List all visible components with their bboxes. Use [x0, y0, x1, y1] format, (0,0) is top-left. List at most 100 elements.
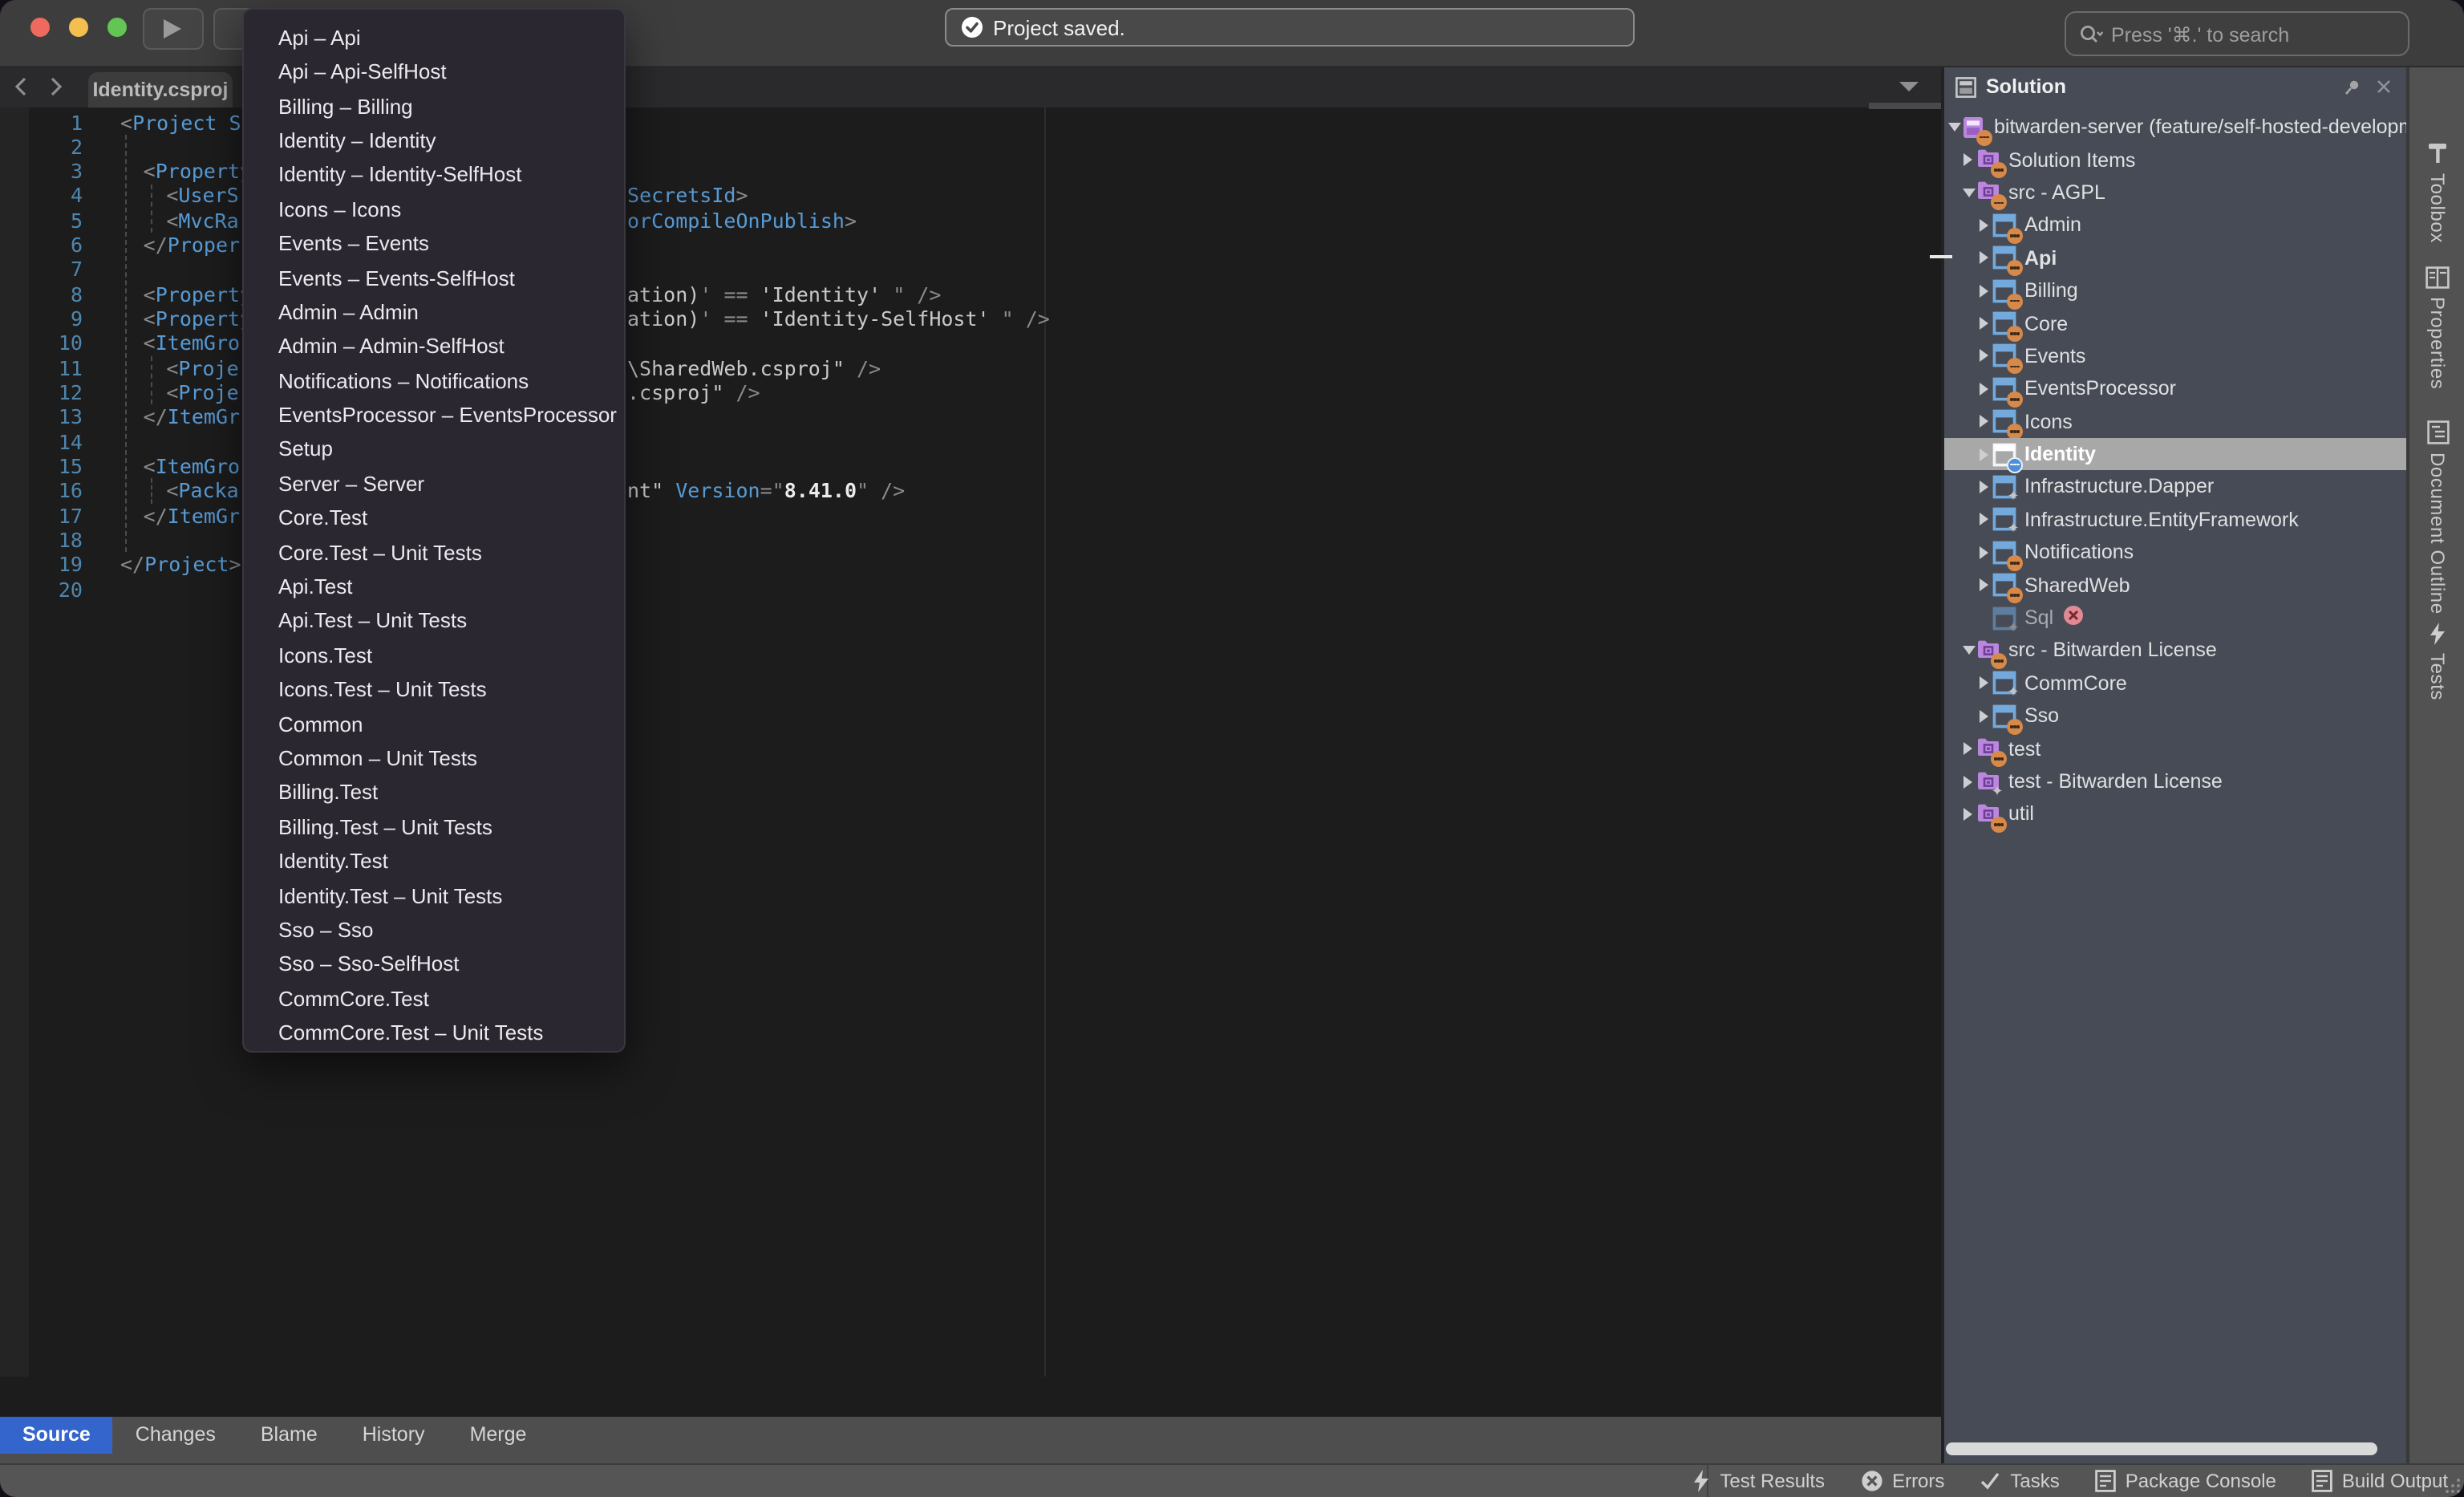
navigate-back-button[interactable]	[13, 75, 29, 98]
expander-right-icon[interactable]	[1978, 218, 1992, 233]
expander-right-icon[interactable]	[1978, 349, 1992, 363]
tree-item-core[interactable]: Core	[1944, 307, 2406, 340]
run-config-menu-item[interactable]: Common – Unit Tests	[243, 741, 623, 776]
expander-right-icon[interactable]	[1978, 316, 1992, 331]
run-config-menu-item[interactable]: Billing – Billing	[243, 89, 623, 124]
status-pad-tasks[interactable]: Tasks	[1980, 1471, 2059, 1493]
expander-right-icon[interactable]	[1978, 578, 1992, 592]
run-config-menu-item[interactable]: Sso – Sso-SelfHost	[243, 947, 623, 982]
run-config-menu-item[interactable]: CommCore.Test	[243, 981, 623, 1016]
tree-item-bitwarden-server-feature-self-hosted-development[interactable]: bitwarden-server (feature/self-hosted-de…	[1944, 111, 2406, 144]
close-window-button[interactable]	[30, 18, 50, 37]
expander-right-icon[interactable]	[1978, 251, 1992, 266]
close-icon[interactable]	[2376, 79, 2392, 95]
run-config-menu-item[interactable]: Identity.Test	[243, 844, 623, 878]
run-config-menu-item[interactable]: Api.Test	[243, 570, 623, 604]
tree-item-test[interactable]: test	[1944, 732, 2406, 765]
tree-item-eventsprocessor[interactable]: EventsProcessor	[1944, 372, 2406, 405]
run-config-menu-item[interactable]: EventsProcessor – EventsProcessor	[243, 398, 623, 432]
tree-item-test-bitwarden-license[interactable]: ✦test - Bitwarden License	[1944, 765, 2406, 798]
run-config-menu-item[interactable]: Admin – Admin	[243, 295, 623, 330]
minimize-window-button[interactable]	[69, 18, 88, 37]
expander-right-icon[interactable]	[1978, 708, 1992, 723]
run-config-menu-item[interactable]: Server – Server	[243, 467, 623, 501]
run-config-menu-item[interactable]: Billing.Test	[243, 776, 623, 810]
status-pad-package-console[interactable]: Package Console	[2095, 1471, 2276, 1493]
status-pad-errors[interactable]: Errors	[1860, 1471, 1944, 1493]
side-pad-tab-toolbox[interactable]: Toolbox	[2409, 141, 2464, 243]
zoom-window-button[interactable]	[107, 18, 127, 37]
expander-right-icon[interactable]	[1978, 676, 1992, 691]
tree-item-src-agpl[interactable]: src - AGPL	[1944, 176, 2406, 209]
expander-right-icon[interactable]	[1978, 447, 1992, 461]
subview-tab-merge[interactable]: Merge	[448, 1416, 549, 1453]
run-config-menu-item[interactable]: Sso – Sso	[243, 913, 623, 947]
resize-grip[interactable]	[2445, 1478, 2461, 1494]
expander-right-icon[interactable]	[1962, 741, 1976, 756]
scrollbar-caret-mark[interactable]	[1930, 254, 1952, 258]
expander-right-icon[interactable]	[1978, 546, 1992, 560]
expander-right-icon[interactable]	[1962, 807, 1976, 822]
run-config-menu-item[interactable]: Billing.Test – Unit Tests	[243, 810, 623, 845]
run-config-menu-item[interactable]: Api.Test – Unit Tests	[243, 604, 623, 639]
side-pad-tab-properties[interactable]: Properties	[2409, 266, 2464, 389]
tree-item-events[interactable]: Events	[1944, 339, 2406, 372]
subview-tab-history[interactable]: History	[340, 1416, 448, 1453]
tree-item-commcore[interactable]: ✦CommCore	[1944, 667, 2406, 700]
run-config-menu-item[interactable]: Icons – Icons	[243, 193, 623, 227]
run-config-menu-item[interactable]: Core.Test	[243, 501, 623, 536]
run-config-menu-item[interactable]: Core.Test – Unit Tests	[243, 535, 623, 570]
pin-icon[interactable]	[2344, 78, 2361, 95]
tree-item-sso[interactable]: Sso	[1944, 700, 2406, 732]
run-config-menu-item[interactable]: Api – Api	[243, 21, 623, 55]
horizontal-scrollbar-thumb[interactable]	[1946, 1442, 2377, 1455]
tree-item-api[interactable]: Api	[1944, 241, 2406, 274]
run-config-menu-item[interactable]: Notifications – Notifications	[243, 363, 623, 398]
expander-right-icon[interactable]	[1978, 283, 1992, 298]
expander-right-icon[interactable]	[1962, 774, 1976, 789]
run-config-menu-item[interactable]: Identity – Identity	[243, 124, 623, 158]
expander-down-icon[interactable]	[1947, 120, 1962, 133]
side-pad-tab-document-outline[interactable]: Document Outline	[2409, 420, 2464, 615]
navigate-forward-button[interactable]	[48, 75, 64, 98]
status-pad-test-results[interactable]: Test Results	[1692, 1471, 1825, 1493]
tree-item-util[interactable]: util	[1944, 797, 2406, 830]
run-config-menu-item[interactable]: Setup	[243, 432, 623, 467]
tab-identity-csproj[interactable]: Identity.csproj	[88, 72, 233, 108]
run-config-menu-item[interactable]: Identity.Test – Unit Tests	[243, 878, 623, 913]
status-pad-build-output[interactable]: Build Output	[2312, 1471, 2448, 1493]
run-config-menu-item[interactable]: Events – Events	[243, 226, 623, 261]
subview-tab-blame[interactable]: Blame	[238, 1416, 340, 1453]
run-config-menu-item[interactable]: Icons.Test	[243, 639, 623, 673]
tree-item-notifications[interactable]: Notifications	[1944, 536, 2406, 569]
tree-item-infrastructure-dapper[interactable]: ✦Infrastructure.Dapper	[1944, 471, 2406, 504]
tab-overflow-menu-button[interactable]	[1899, 82, 1919, 91]
run-config-menu-item[interactable]: Icons.Test – Unit Tests	[243, 672, 623, 707]
search-input[interactable]: Press '⌘.' to search	[2065, 11, 2409, 56]
run-config-menu-item[interactable]: CommCore.Test – Unit Tests	[243, 1016, 623, 1050]
run-config-menu-item[interactable]: Events – Events-SelfHost	[243, 261, 623, 295]
tree-item-src-bitwarden-license[interactable]: src - Bitwarden License	[1944, 635, 2406, 667]
tree-item-icons[interactable]: Icons	[1944, 405, 2406, 438]
run-config-menu-item[interactable]: Identity – Identity-SelfHost	[243, 158, 623, 193]
tree-item-admin[interactable]: Admin	[1944, 209, 2406, 241]
expander-right-icon[interactable]	[1978, 382, 1992, 396]
tree-item-infrastructure-entityframework[interactable]: ✦Infrastructure.EntityFramework	[1944, 503, 2406, 536]
side-pad-tab-tests[interactable]: Tests	[2409, 623, 2464, 700]
expander-down-icon[interactable]	[1962, 186, 1976, 199]
expander-right-icon[interactable]	[1962, 152, 1976, 167]
subview-tab-changes[interactable]: Changes	[113, 1416, 238, 1453]
run-config-menu-item[interactable]: Api – Api-SelfHost	[243, 55, 623, 89]
tree-item-identity[interactable]: Identity	[1944, 438, 2406, 471]
expander-right-icon[interactable]	[1978, 480, 1992, 494]
expander-right-icon[interactable]	[1978, 513, 1992, 527]
run-button[interactable]	[143, 8, 204, 50]
run-config-menu-item[interactable]: Common	[243, 707, 623, 741]
tree-item-billing[interactable]: Billing	[1944, 274, 2406, 307]
expander-right-icon[interactable]	[1978, 414, 1992, 428]
expander-down-icon[interactable]	[1962, 644, 1976, 657]
subview-tab-source[interactable]: Source	[0, 1416, 113, 1453]
tree-item-sql[interactable]: ✦Sql	[1944, 602, 2406, 635]
tree-item-sharedweb[interactable]: SharedWeb	[1944, 569, 2406, 602]
run-config-menu-item[interactable]: Admin – Admin-SelfHost	[243, 330, 623, 364]
